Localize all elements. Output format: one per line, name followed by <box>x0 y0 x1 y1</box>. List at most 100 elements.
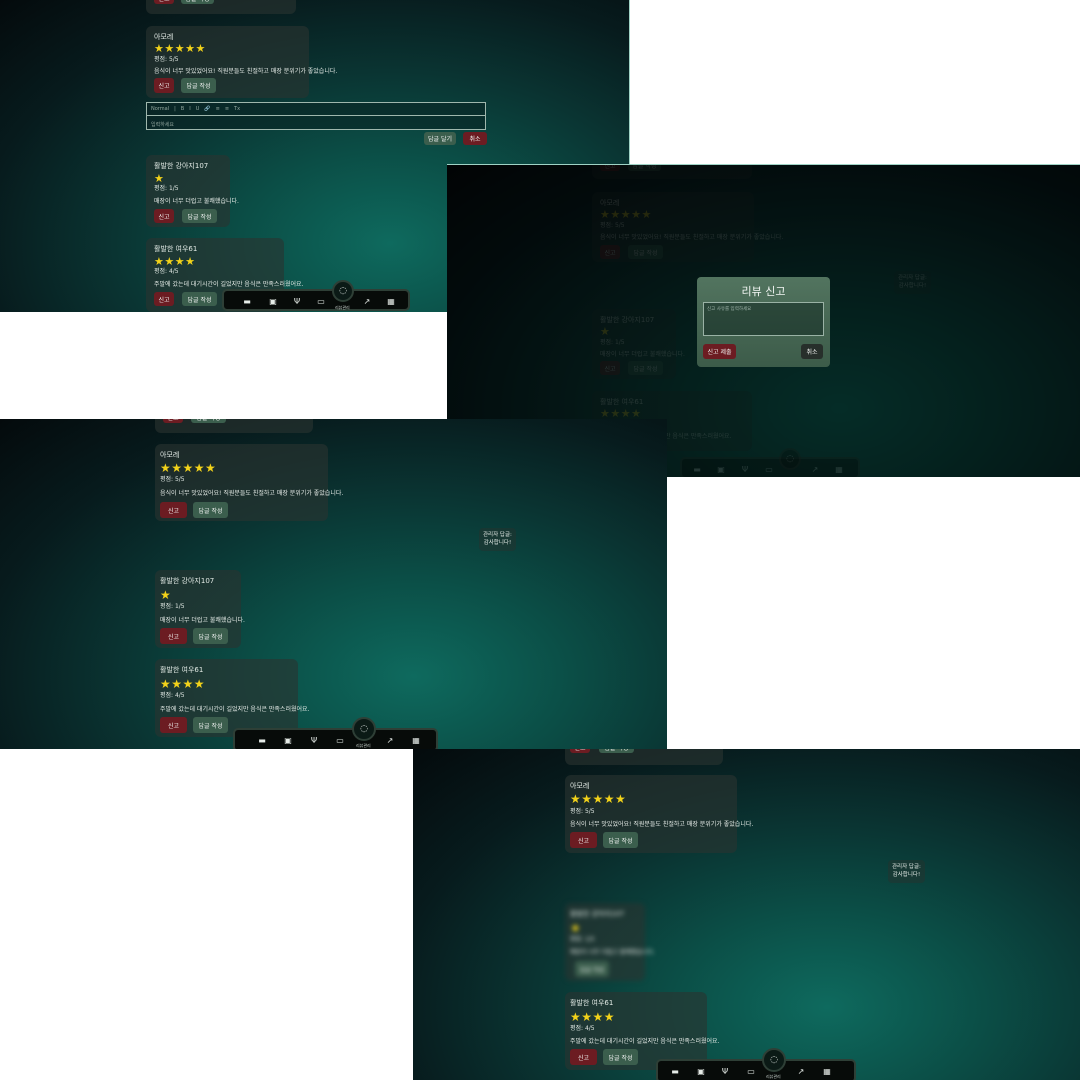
reply-button[interactable]: 답글 작성 <box>599 749 634 753</box>
utensils-icon[interactable]: Ψ <box>720 1066 730 1076</box>
review-nickname: 아모레 <box>154 33 174 41</box>
reply-button[interactable]: 답글 작성 <box>191 419 226 423</box>
nav-active-label: 리뷰관리 <box>766 1074 781 1079</box>
chat-icon[interactable]: ◌ <box>332 280 354 302</box>
utensils-icon[interactable]: Ψ <box>309 735 319 745</box>
report-button[interactable]: 신고 <box>160 628 187 644</box>
review-text: 주말에 갔는데 대기시간이 길었지만 음식은 만족스러웠어요. <box>160 706 310 713</box>
review-card: 아모레 ★★★★★ 평점: 5/5 음식이 너무 맛있었어요! 직원분들도 친절… <box>155 444 343 521</box>
admin-reply: 관리자 답글: 감사합니다! <box>479 528 516 551</box>
rating-text: 평점: 5/5 <box>570 808 595 815</box>
reply-button[interactable]: 답글 작성 <box>603 832 638 848</box>
utensils-icon[interactable]: Ψ <box>292 296 302 306</box>
rating-text: 평점: 1/5 <box>160 603 185 610</box>
rating-stars: ★★★★★ <box>570 792 627 806</box>
calendar-icon[interactable]: ▦ <box>411 735 421 745</box>
reported-review-card: 활발한 강아지107 ★ 평점: 1/5 매장이 너무 더럽고 불쾌했습니다. … <box>565 903 655 981</box>
rating-text: 평점: 5/5 <box>160 476 185 483</box>
screenshot-reply-posted: 신고 답글 작성 아모레 ★★★★★ 평점: 5/5 음식이 너무 맛있었어요!… <box>0 419 667 749</box>
reply-editor[interactable]: Normal | B I U 🔗 ≡ ≡ Tx 입력하세요 <box>146 102 486 130</box>
bottom-nav: ▬ ▣ Ψ ▭ ↗ ▦ <box>656 1059 856 1080</box>
review-card: 아모레 ★★★★★ 평점: 5/5 음식이 너무 맛있었어요! 직원분들도 친절… <box>146 26 337 98</box>
rating-text: 평점: 1/5 <box>154 185 179 192</box>
clear-format-icon[interactable]: Tx <box>234 106 240 112</box>
admin-reply: 관리자 답글: 감사합니다! <box>888 860 925 883</box>
report-button[interactable]: 신고 <box>160 502 187 518</box>
menu-board-icon[interactable]: ▭ <box>746 1066 756 1076</box>
submit-reply-button[interactable]: 답글 달기 <box>424 132 456 145</box>
editor-toolbar: Normal | B I U 🔗 ≡ ≡ Tx <box>147 103 485 116</box>
review-text: 음식이 너무 맛있었어요! 직원분들도 친절하고 매장 분위기가 좋았습니다. <box>154 68 338 75</box>
store-icon[interactable]: ▬ <box>242 296 252 306</box>
bullet-list-icon[interactable]: ≡ <box>225 106 229 112</box>
menu-board-icon[interactable]: ▭ <box>335 735 345 745</box>
admin-reply-text: 감사합니다! <box>892 872 921 879</box>
report-button[interactable]: 신고 <box>154 78 174 93</box>
report-reason-input[interactable]: 신고 사유를 입력하세요 <box>703 302 824 336</box>
link-icon[interactable]: 🔗 <box>204 106 210 112</box>
chart-icon[interactable]: ↗ <box>362 296 372 306</box>
underline-icon[interactable]: U <box>196 106 200 112</box>
calendar-icon[interactable]: ▦ <box>822 1066 832 1076</box>
rating-text: 평점: 5/5 <box>154 56 179 63</box>
rating-text: 평점: 4/5 <box>570 1025 595 1032</box>
bottom-nav: ▬ ▣ Ψ ▭ ↗ ▦ <box>222 289 410 311</box>
report-button[interactable]: 신고 <box>163 419 183 423</box>
bold-icon[interactable]: B <box>181 106 184 112</box>
reply-button[interactable]: 답글 작성 <box>182 292 217 306</box>
chat-icon[interactable]: ◌ <box>762 1048 786 1072</box>
reply-button[interactable]: 답글 작성 <box>181 78 216 93</box>
review-card: 아모레 ★★★★★ 평점: 5/5 음식이 너무 맛있었어요! 직원분들도 친절… <box>565 775 753 853</box>
id-card-icon[interactable]: ▣ <box>696 1066 706 1076</box>
format-select[interactable]: Normal <box>151 106 169 112</box>
chat-icon[interactable]: ◌ <box>352 717 376 741</box>
reply-button[interactable]: 답글 작성 <box>575 961 609 977</box>
report-button[interactable]: 신고 <box>154 209 174 223</box>
review-text: 주말에 갔는데 대기시간이 길었지만 음식은 만족스러웠어요. <box>570 1038 720 1045</box>
italic-icon[interactable]: I <box>189 106 190 112</box>
rating-stars: ★ <box>160 588 172 602</box>
review-nickname: 아모레 <box>160 451 180 459</box>
report-button[interactable]: 신고 <box>154 292 174 306</box>
screenshot-review-reported: 신고 답글 작성 아모레 ★★★★★ 평점: 5/5 음식이 너무 맛있었어요!… <box>413 749 1080 1080</box>
review-text: 주말에 갔는데 대기시간이 길었지만 음식은 만족스러웠어요. <box>154 281 304 288</box>
reply-button[interactable]: 답글 작성 <box>181 0 214 4</box>
rating-text: 평점: 4/5 <box>160 692 185 699</box>
report-button[interactable]: 신고 <box>154 0 174 4</box>
review-nickname: 활발한 강아지107 <box>160 577 215 585</box>
cancel-reply-button[interactable]: 취소 <box>463 132 487 145</box>
reply-button[interactable]: 답글 작성 <box>182 209 217 223</box>
report-button[interactable]: 신고 <box>570 1049 597 1065</box>
ordered-list-icon[interactable]: ≡ <box>216 106 220 112</box>
reply-button[interactable]: 답글 작성 <box>193 717 228 733</box>
reply-button[interactable]: 답글 작성 <box>603 1049 638 1065</box>
review-text: 매장이 너무 더럽고 불쾌했습니다. <box>154 198 239 205</box>
report-button[interactable]: 신고 <box>160 717 187 733</box>
submit-report-button[interactable]: 신고 제출 <box>703 344 736 359</box>
review-text: 음식이 너무 맛있었어요! 직원분들도 친절하고 매장 분위기가 좋았습니다. <box>160 490 344 497</box>
id-card-icon[interactable]: ▣ <box>268 296 278 306</box>
rating-text: 평점: 4/5 <box>154 268 179 275</box>
menu-board-icon[interactable]: ▭ <box>316 296 326 306</box>
id-card-icon[interactable]: ▣ <box>283 735 293 745</box>
chart-icon[interactable]: ↗ <box>796 1066 806 1076</box>
review-text: 매장이 너무 더럽고 불쾌했습니다. <box>160 617 245 624</box>
store-icon[interactable]: ▬ <box>670 1066 680 1076</box>
review-nickname: 활발한 여우61 <box>154 245 198 253</box>
admin-reply-text: 감사합니다! <box>483 540 512 547</box>
review-card-partial: 신고 답글 작성 <box>565 749 723 765</box>
report-button[interactable]: 신고 <box>570 832 597 848</box>
reply-button[interactable]: 답글 작성 <box>193 628 228 644</box>
rating-stars: ★★★★ <box>160 677 206 691</box>
report-button[interactable]: 신고 <box>570 749 590 753</box>
cancel-report-button[interactable]: 취소 <box>801 344 823 359</box>
chart-icon[interactable]: ↗ <box>385 735 395 745</box>
review-text: 매장이 너무 더럽고 불쾌했습니다. <box>570 949 655 956</box>
calendar-icon[interactable]: ▦ <box>386 296 396 306</box>
store-icon[interactable]: ▬ <box>257 735 267 745</box>
nav-active-label: 리뷰관리 <box>356 743 371 748</box>
rating-stars: ★★★★★ <box>154 42 206 55</box>
review-card: 활발한 강아지107 ★ 평점: 1/5 매장이 너무 더럽고 불쾌했습니다. … <box>155 570 245 648</box>
admin-reply-label: 관리자 답글: <box>483 532 512 538</box>
reply-button[interactable]: 답글 작성 <box>193 502 228 518</box>
